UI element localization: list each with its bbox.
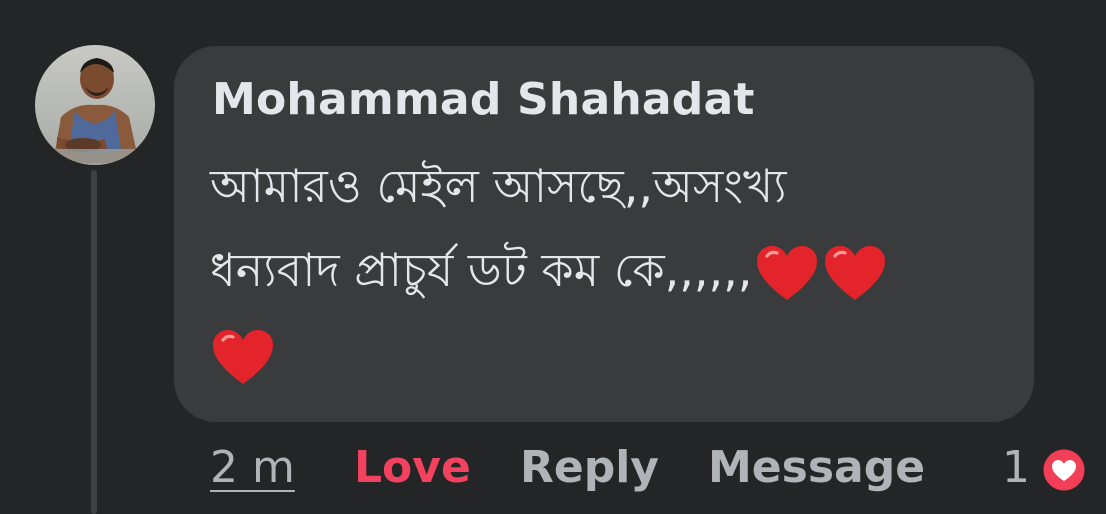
red-heart-icon (757, 245, 818, 300)
message-button[interactable]: Message (708, 442, 925, 493)
comment-text-line-1: আমারও মেইল আসছে,,অসংখ্য (210, 159, 787, 213)
comment-text-line-2-text: ধন্যবাদ প্রাচুর্য ডট কম কে,,,,,, (210, 243, 753, 297)
reply-button[interactable]: Reply (520, 442, 659, 493)
comment-text-line-2: ধন্যবাদ প্রাচুর্য ডট কম কে,,,,,, (210, 228, 1010, 312)
timestamp-link[interactable]: 2 m (210, 442, 295, 493)
comment-text: আমারও মেইল আসছে,,অসংখ্য ধন্যবাদ প্রাচুর্… (210, 144, 1010, 396)
red-heart-icon (825, 245, 886, 300)
avatar[interactable] (35, 45, 155, 165)
love-reaction-icon (1040, 446, 1088, 494)
comment-view: Mohammad Shahadat আমারও মেইল আসছে,,অসংখ্… (0, 0, 1106, 514)
reaction-count: 1 (1002, 442, 1030, 493)
comment-text-line-3 (210, 312, 1010, 396)
thread-line (91, 170, 97, 514)
love-button[interactable]: Love (354, 442, 471, 493)
comment-author[interactable]: Mohammad Shahadat (212, 74, 755, 125)
red-heart-icon (213, 329, 273, 384)
comment-bubble: Mohammad Shahadat আমারও মেইল আসছে,,অসংখ্… (174, 46, 1034, 422)
